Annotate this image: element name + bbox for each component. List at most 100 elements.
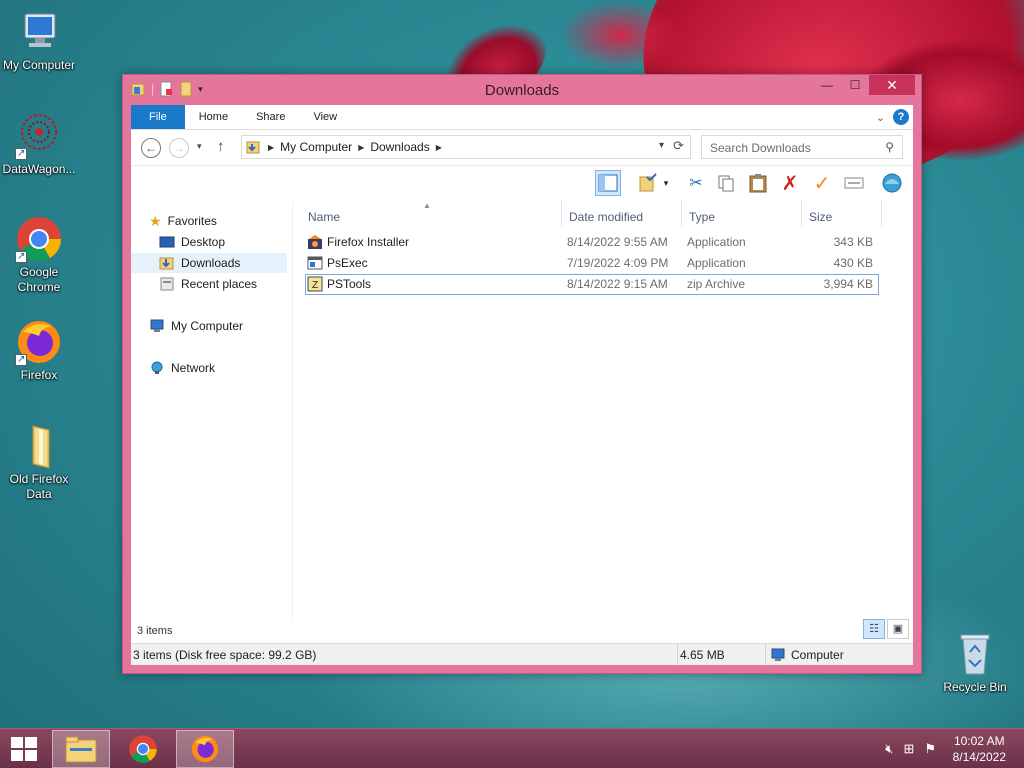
network-status-icon[interactable]: ⊞ xyxy=(903,741,914,757)
minimize-button[interactable]: — xyxy=(813,75,841,95)
refresh-icon[interactable]: ⟳ xyxy=(673,138,684,154)
close-button[interactable]: ✕ xyxy=(869,75,915,95)
volume-muted-icon[interactable]: 🔇︎ xyxy=(885,741,893,757)
desktop-icon-label: Firefox xyxy=(20,368,58,382)
column-divider[interactable] xyxy=(681,201,682,227)
column-header-type[interactable]: Type xyxy=(689,210,715,224)
start-button[interactable] xyxy=(0,730,48,768)
back-button[interactable]: ← xyxy=(141,138,161,158)
status-location: Computer xyxy=(765,644,915,666)
file-explorer-icon xyxy=(65,736,97,763)
select-all-icon[interactable] xyxy=(841,170,867,196)
nav-recent-places[interactable]: Recent places xyxy=(159,274,257,294)
address-bar[interactable]: ▶ My Computer ▶ Downloads ▶ ▾ ⟳ xyxy=(241,135,691,159)
svg-text:Z: Z xyxy=(312,280,318,291)
address-history-dropdown-icon[interactable]: ▾ xyxy=(659,140,664,151)
folder-options-dropdown-icon[interactable]: ▾ xyxy=(659,170,673,196)
downloads-folder-icon xyxy=(159,256,175,270)
file-type: zip Archive xyxy=(687,277,746,291)
recent-places-icon xyxy=(159,277,175,291)
tab-home[interactable]: Home xyxy=(185,105,242,129)
window-client-area: File Home Share View ⌄ ? ← → ▾ ↑ ▶ My Co… xyxy=(131,105,915,666)
column-divider[interactable] xyxy=(881,201,882,227)
help-icon[interactable]: ? xyxy=(893,109,909,125)
firefox-icon xyxy=(15,318,63,367)
ribbon-tabs: File Home Share View ⌄ ? xyxy=(131,105,913,130)
computer-icon xyxy=(771,648,785,661)
breadcrumb-separator-icon: ▶ xyxy=(268,142,275,152)
desktop-icon-recycle-bin[interactable]: Recycle Bin xyxy=(933,630,1017,695)
desktop-icon-old-firefox-data[interactable]: Old Firefox Data xyxy=(0,422,81,502)
desktop-icon-google-chrome[interactable]: Google Chrome xyxy=(0,215,81,295)
cut-icon[interactable]: ✂ xyxy=(683,170,709,196)
datawagon-icon xyxy=(15,112,63,161)
taskbar-file-explorer[interactable] xyxy=(52,730,110,768)
star-icon: ★ xyxy=(149,212,162,229)
column-header-size[interactable]: Size xyxy=(809,210,832,224)
file-date: 8/14/2022 9:55 AM xyxy=(567,235,668,249)
preview-pane-button[interactable] xyxy=(595,170,621,196)
clock-time: 10:02 AM xyxy=(953,734,1005,748)
file-size: 343 KB xyxy=(833,235,873,249)
rename-check-icon[interactable]: ✓ xyxy=(809,170,835,196)
file-name: PSTools xyxy=(327,277,372,291)
details-view-icon[interactable]: ☷ xyxy=(863,619,885,639)
nav-network[interactable]: Network xyxy=(149,358,215,378)
file-list: ▲ Name Date modified Type Size Firefox I… xyxy=(297,201,913,621)
column-divider[interactable] xyxy=(801,201,802,227)
up-arrow-icon[interactable]: ↑ xyxy=(217,138,225,155)
file-type: Application xyxy=(687,235,746,249)
expand-ribbon-icon[interactable]: ⌄ xyxy=(876,111,885,124)
clock-date: 8/14/2022 xyxy=(952,750,1006,764)
copy-icon[interactable] xyxy=(713,170,739,196)
forward-button[interactable]: → xyxy=(169,138,189,158)
file-row-psexec[interactable]: PsExec 7/19/2022 4:09 PM Application 430… xyxy=(305,253,879,274)
column-header-date-modified[interactable]: Date modified xyxy=(569,210,643,224)
clock[interactable]: 10:02 AM 8/14/2022 xyxy=(953,733,1006,765)
wallpaper-flower xyxy=(560,0,680,70)
desktop-icon-datawagon[interactable]: DataWagon... xyxy=(0,112,81,177)
tab-view[interactable]: View xyxy=(299,105,351,129)
maximize-button[interactable]: ☐ xyxy=(841,75,869,95)
file-date: 7/19/2022 4:09 PM xyxy=(567,256,669,270)
window-controls: — ☐ ✕ xyxy=(813,75,915,95)
column-header-name[interactable]: Name xyxy=(308,210,340,224)
nav-label: Desktop xyxy=(181,235,226,249)
application-icon xyxy=(307,256,323,270)
nav-favorites[interactable]: ★ Favorites xyxy=(149,211,217,231)
action-center-icon[interactable]: ⚑ xyxy=(924,741,936,757)
search-input[interactable]: Search Downloads ⚲ xyxy=(701,135,903,159)
title-bar[interactable]: | ▾ Downloads — ☐ ✕ xyxy=(123,75,921,105)
taskbar-firefox[interactable] xyxy=(176,730,234,768)
tab-share[interactable]: Share xyxy=(242,105,299,129)
folder-options-button[interactable] xyxy=(635,170,661,196)
shortcut-arrow-icon xyxy=(15,146,27,161)
breadcrumb-my-computer[interactable]: My Computer xyxy=(280,140,352,154)
desktop-icon-label: DataWagon... xyxy=(2,162,76,176)
desktop-icon-firefox[interactable]: Firefox xyxy=(0,318,81,383)
system-tray: 🔇︎ ⊞ ⚑ xyxy=(885,741,936,757)
nav-desktop[interactable]: Desktop xyxy=(159,232,225,252)
paste-icon[interactable] xyxy=(745,170,771,196)
status-size: 4.65 MB xyxy=(677,644,767,666)
nav-label: My Computer xyxy=(171,319,244,333)
shell-icon[interactable] xyxy=(879,170,905,196)
recent-locations-icon[interactable]: ▾ xyxy=(197,141,202,152)
desktop-icon-my-computer[interactable]: My Computer xyxy=(0,8,81,73)
shortcut-arrow-icon xyxy=(15,352,27,367)
column-divider[interactable] xyxy=(561,201,562,227)
chrome-icon xyxy=(15,215,63,264)
large-icons-view-icon[interactable]: ▣ xyxy=(887,619,909,639)
desktop-icon-label: Google Chrome xyxy=(17,265,61,294)
taskbar-google-chrome[interactable] xyxy=(114,730,172,768)
breadcrumb-downloads[interactable]: Downloads xyxy=(370,140,429,154)
file-row-pstools[interactable]: Z PSTools 8/14/2022 9:15 AM zip Archive … xyxy=(305,274,879,295)
nav-my-computer[interactable]: My Computer xyxy=(149,316,243,336)
view-switcher: ☷ ▣ xyxy=(863,619,909,639)
file-row-firefox-installer[interactable]: Firefox Installer 8/14/2022 9:55 AM Appl… xyxy=(305,232,879,253)
ribbon-right-controls: ⌄ ? xyxy=(876,109,909,125)
delete-icon[interactable]: ✗ xyxy=(777,170,803,196)
file-size: 430 KB xyxy=(833,256,873,270)
nav-downloads[interactable]: Downloads xyxy=(131,253,287,273)
tab-file[interactable]: File xyxy=(131,105,185,129)
